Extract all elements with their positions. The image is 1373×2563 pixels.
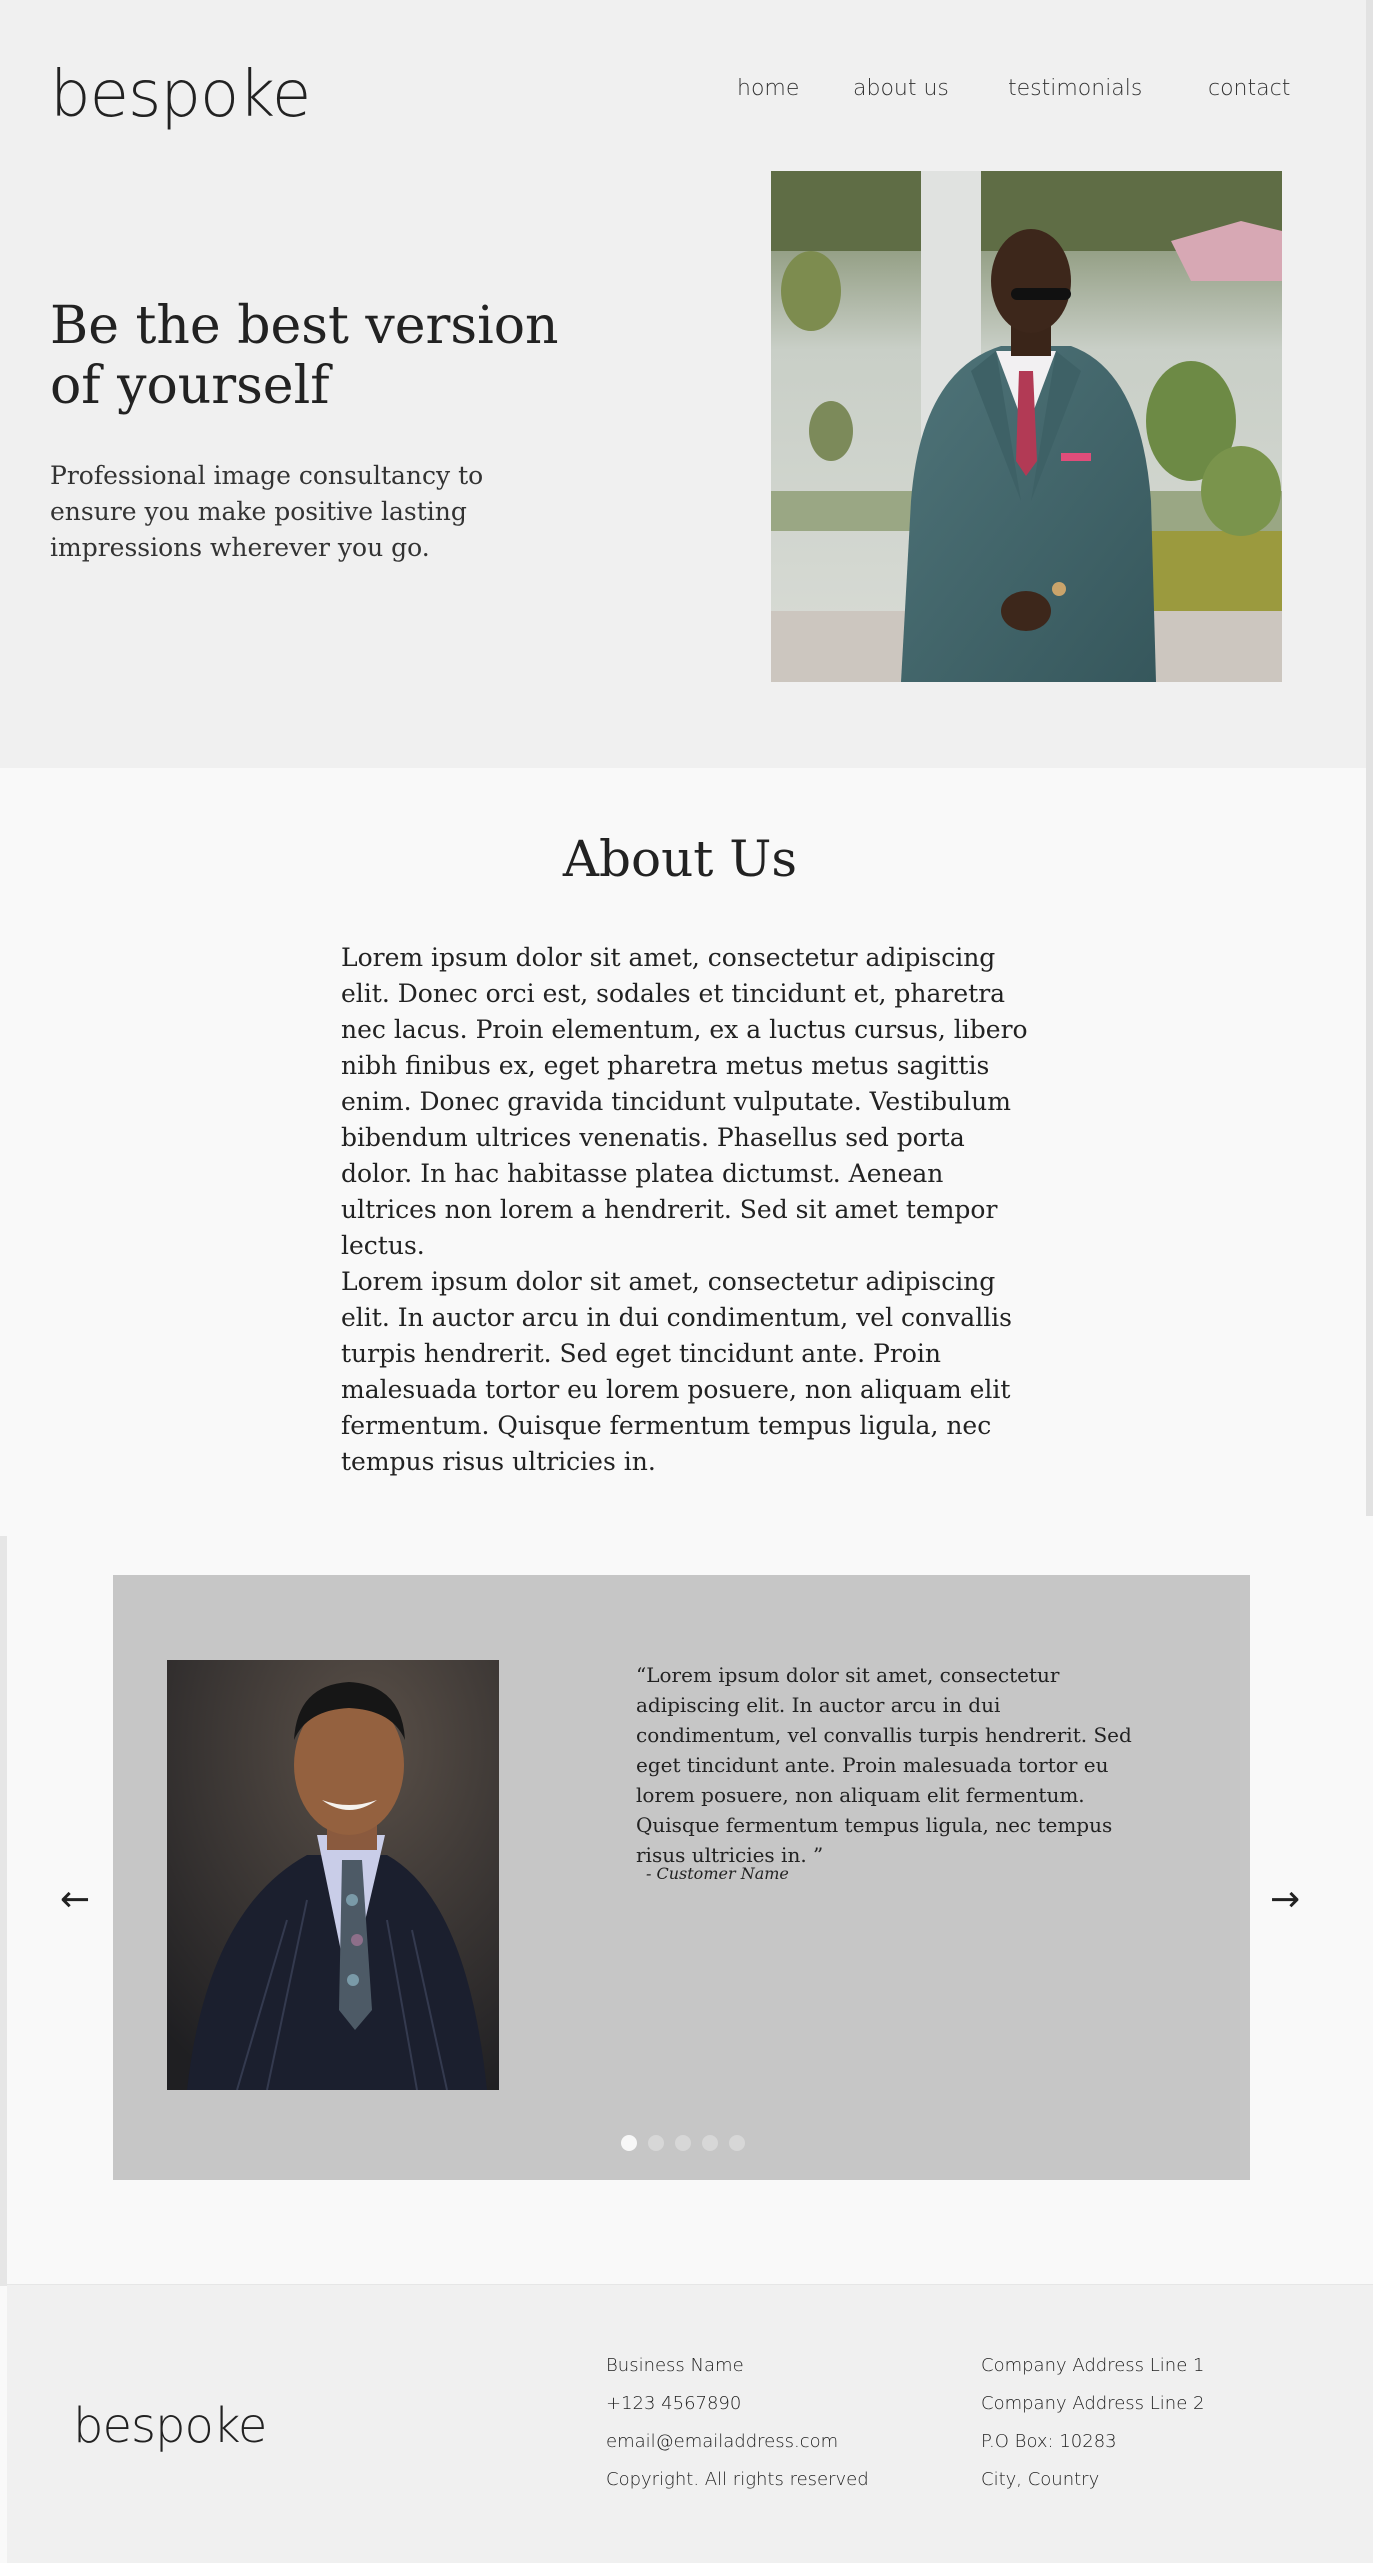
nav-item-about-us[interactable]: about us: [853, 76, 949, 101]
footer-address: Company Address Line 1 Company Address L…: [981, 2353, 1204, 2505]
nav-item-home[interactable]: home: [737, 76, 799, 101]
footer-city-country: City, Country: [981, 2469, 1100, 2490]
about-paragraph: Lorem ipsum dolor sit amet, consectetur …: [341, 943, 1028, 1260]
edge-shade: [0, 1536, 7, 2286]
carousel-dot[interactable]: [648, 2135, 664, 2151]
arrow-right-icon[interactable]: →: [1270, 1876, 1300, 1924]
arrow-left-icon[interactable]: ←: [60, 1876, 90, 1924]
footer-copyright: Copyright. All rights reserved: [606, 2469, 869, 2490]
site-logo[interactable]: bespoke: [50, 58, 311, 132]
footer-logo: bespoke: [73, 2398, 267, 2454]
nav-item-contact[interactable]: contact: [1208, 76, 1290, 101]
about-paragraph: Lorem ipsum dolor sit amet, consectetur …: [341, 1267, 1013, 1476]
about-title: About Us: [562, 830, 798, 888]
footer-address-line: Company Address Line 2: [981, 2393, 1205, 2414]
footer-po-box: P.O Box: 10283: [981, 2431, 1117, 2452]
man-in-suit-illustration: [771, 171, 1282, 682]
footer-business-name: Business Name: [606, 2355, 744, 2376]
footer-address-line: Company Address Line 1: [981, 2355, 1205, 2376]
smiling-man-illustration: [167, 1660, 499, 2090]
edge-shade: [1366, 0, 1373, 1516]
carousel-dots: [621, 2135, 745, 2151]
hero-image: [771, 171, 1282, 682]
hero-subtitle: Professional image consultancy to ensure…: [50, 461, 484, 562]
footer-contact: Business Name +123 4567890 email@emailad…: [606, 2353, 869, 2505]
nav-item-testimonials[interactable]: testimonials: [1008, 76, 1142, 101]
carousel-dot[interactable]: [675, 2135, 691, 2151]
hero-title: Be the best version of yourself: [50, 296, 559, 416]
carousel-dot[interactable]: [702, 2135, 718, 2151]
footer-phone: +123 4567890: [606, 2393, 742, 2414]
carousel-dot[interactable]: [621, 2135, 637, 2151]
testimonial-author: - Customer Name: [646, 1864, 789, 1883]
footer-email: email@emailaddress.com: [606, 2431, 839, 2452]
carousel-dot[interactable]: [729, 2135, 745, 2151]
testimonial-image: [167, 1660, 499, 2090]
testimonial-quote: “Lorem ipsum dolor sit amet, consectetur…: [636, 1663, 1132, 1867]
